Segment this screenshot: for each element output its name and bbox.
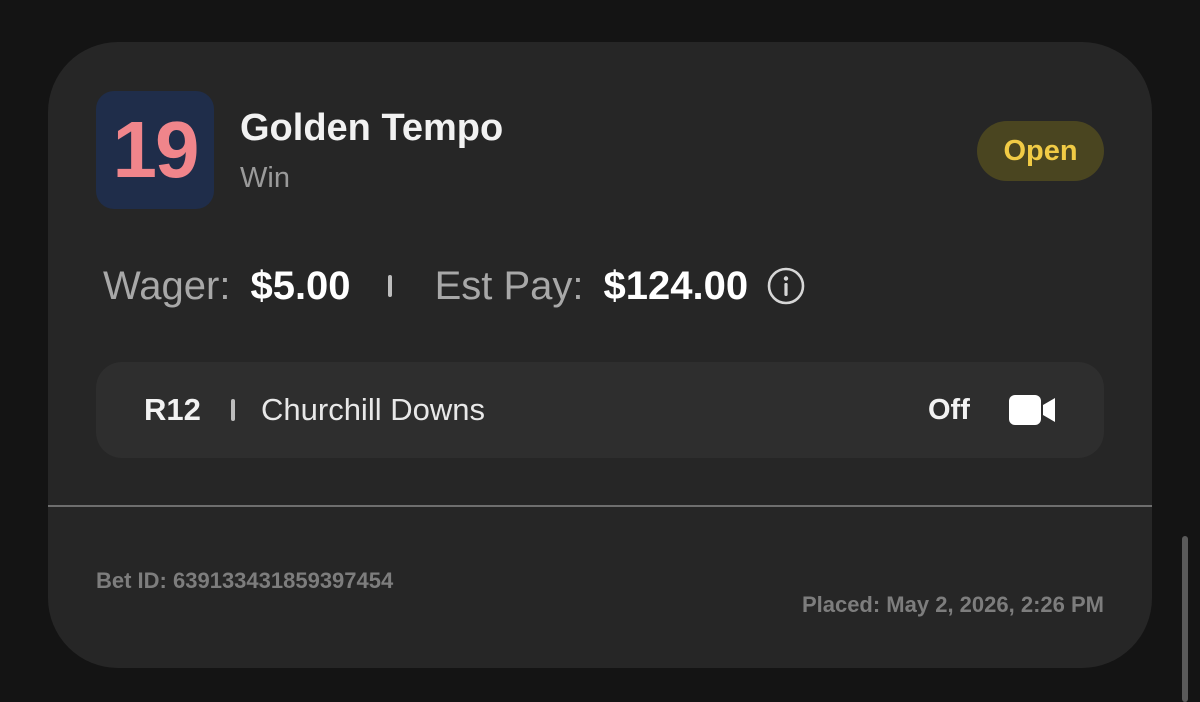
est-pay-value: $124.00 — [603, 264, 749, 308]
separator — [387, 275, 392, 297]
race-info-bar[interactable]: R12 Churchill Downs Off — [96, 362, 1104, 458]
bet-card[interactable]: 19 Golden Tempo Win Open Wager: $5.00 Es… — [48, 42, 1152, 668]
bet-type: Win — [240, 162, 290, 194]
info-circle-icon[interactable] — [766, 266, 806, 306]
saddle-cloth-number: 19 — [96, 91, 214, 209]
track-name: Churchill Downs — [261, 392, 485, 427]
scrollbar[interactable] — [1182, 536, 1188, 702]
bet-id: Bet ID: 639133431859397454 — [96, 568, 394, 593]
video-status: Off — [928, 394, 970, 426]
wager-value: $5.00 — [250, 264, 351, 308]
wager-label: Wager: — [103, 264, 231, 308]
horse-name: Golden Tempo — [240, 107, 504, 149]
placed-timestamp: Placed: May 2, 2026, 2:26 PM — [801, 592, 1104, 617]
wager-row: Wager: $5.00 Est Pay: $124.00 — [103, 258, 806, 314]
race-number: R12 — [144, 392, 201, 427]
video-camera-icon[interactable] — [1009, 395, 1057, 425]
divider — [48, 505, 1152, 507]
status-badge: Open — [977, 121, 1104, 181]
separator — [231, 399, 235, 421]
est-pay-label: Est Pay: — [434, 264, 584, 308]
